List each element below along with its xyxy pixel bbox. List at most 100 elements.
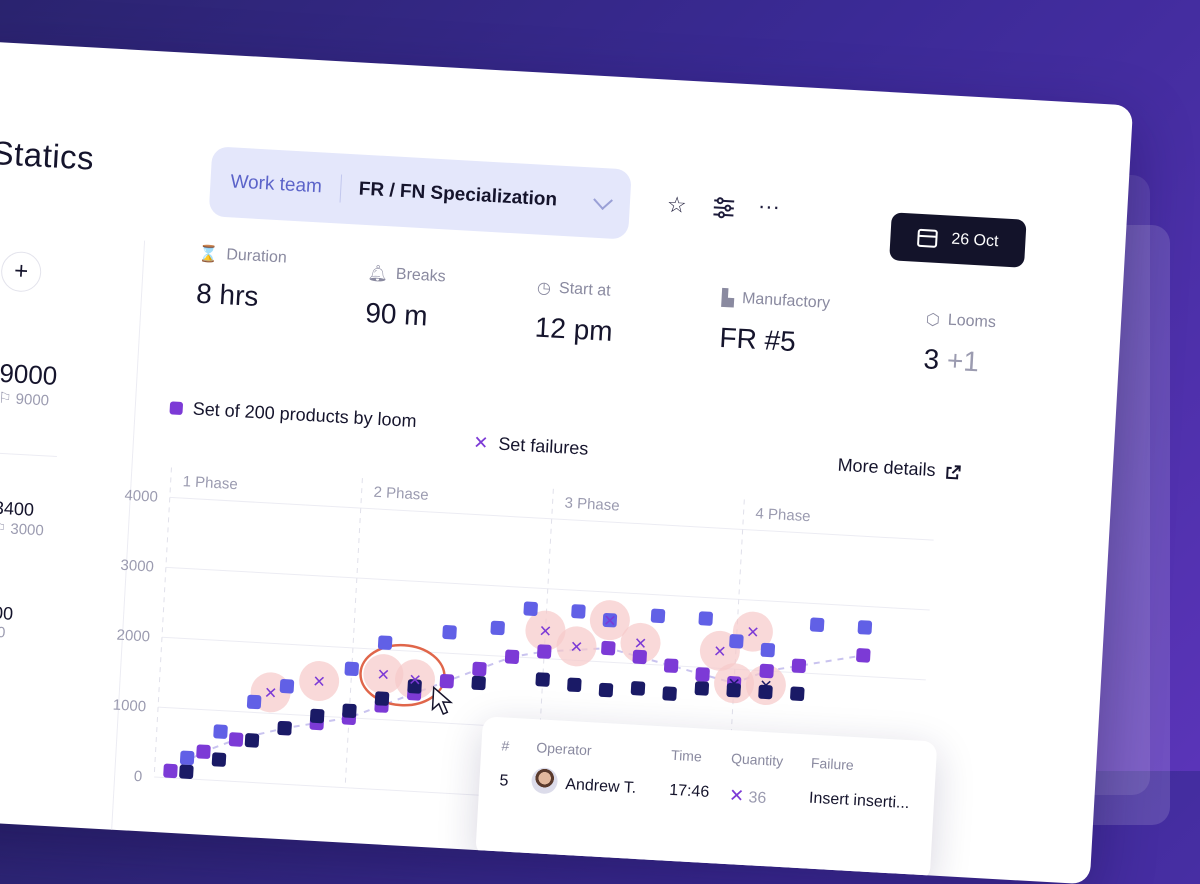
data-point — [279, 679, 295, 694]
data-point — [228, 732, 244, 747]
tooltip-row-index: 5 — [499, 772, 509, 790]
failure-marker: ✕ — [538, 621, 552, 641]
tooltip-quantity: ✕ 36 — [728, 785, 766, 808]
tooltip-header-failure: Failure — [810, 754, 855, 774]
data-point — [523, 601, 538, 616]
stat-label: Breaks — [395, 265, 447, 286]
stat-label: Start at — [558, 279, 612, 300]
work-team-value: FR / FN Specialization — [358, 178, 558, 211]
sidebar-stat: 3400 ⚐ 3000 — [0, 498, 45, 540]
failure-marker: ✕ — [746, 622, 760, 642]
y-tick-label: 0 — [133, 768, 142, 785]
failure-marker: ✕ — [713, 642, 727, 662]
clock-icon: ◷ — [536, 279, 552, 298]
phase-label: 2 Phase — [373, 484, 429, 504]
stat-value: 12 pm — [534, 311, 614, 347]
data-point — [760, 642, 776, 658]
data-point — [342, 703, 357, 719]
data-point — [567, 677, 582, 693]
work-team-label: Work team — [229, 171, 323, 198]
failure-marker: ✕ — [408, 670, 422, 690]
failure-marker: ✕ — [759, 676, 773, 696]
date-label: 26 Oct — [950, 230, 999, 251]
data-point — [535, 672, 550, 687]
stat-manufactory: ▙ Manufactory FR #5 — [719, 288, 831, 360]
data-point — [439, 673, 455, 689]
looms-count: 3 — [922, 343, 941, 376]
more-horizontal-icon[interactable]: ··· — [757, 193, 780, 220]
sidebar-stat-value: 3200 — [0, 601, 14, 624]
tooltip-header-index: # — [501, 737, 510, 754]
phase-label: 4 Phase — [755, 505, 811, 525]
data-point — [537, 644, 552, 659]
sliders-icon[interactable] — [711, 196, 736, 224]
data-point — [213, 724, 228, 739]
phase-divider — [344, 478, 363, 788]
stat-duration: ⌛ Duration 8 hrs — [195, 244, 287, 315]
data-point — [695, 667, 710, 682]
cross-marker-icon: ✕ — [472, 432, 489, 454]
stat-value: 3 +1 — [923, 343, 995, 379]
hourglass-icon: ⌛ — [197, 245, 219, 264]
date-button[interactable]: 26 Oct — [889, 212, 1027, 268]
add-operator-button[interactable]: + — [0, 250, 43, 293]
more-details-link[interactable]: More details — [837, 455, 962, 483]
avatar — [530, 767, 559, 795]
work-team-select[interactable]: Work team FR / FN Specialization — [208, 146, 632, 240]
failure-marker: ✕ — [263, 683, 277, 703]
factory-icon: ▙ — [721, 289, 735, 308]
bell-icon: 🔔︎ — [367, 265, 389, 284]
data-tooltip: # Operator Time Quantity Failure 5 Andre… — [475, 716, 938, 882]
stat-value: 90 m — [364, 297, 429, 332]
phase-label: 3 Phase — [564, 494, 620, 514]
data-point — [630, 681, 646, 696]
legend-products: Set of 200 products by loom — [169, 397, 417, 432]
divider — [339, 174, 342, 203]
legend-label: Set failures — [497, 433, 589, 459]
stat-start: ◷ Start at 12 pm — [534, 278, 615, 348]
stat-looms: ⬡ Looms 3 +1 — [923, 309, 997, 379]
data-point — [309, 708, 325, 724]
data-point — [857, 620, 873, 635]
cursor-icon — [431, 685, 454, 716]
failure-marker: ✕ — [633, 634, 647, 654]
data-point — [601, 640, 616, 656]
divider — [0, 450, 57, 458]
data-point — [663, 658, 679, 673]
y-tick-label: 2000 — [116, 627, 150, 646]
data-point — [246, 694, 262, 710]
sidebar-stat: 3200 3000 — [0, 602, 14, 642]
legend-failures: ✕ Set failures — [473, 432, 589, 459]
data-point — [598, 682, 614, 698]
data-point — [662, 686, 677, 701]
operator-avatars: + — [0, 245, 43, 294]
data-point — [490, 620, 505, 636]
page-title: Statics — [0, 133, 96, 177]
stat-breaks: 🔔︎ Breaks 90 m — [364, 263, 447, 333]
data-point — [344, 661, 359, 677]
data-point — [374, 691, 390, 706]
looms-extra: +1 — [946, 344, 980, 378]
sidebar-stat-target: 3000 — [0, 622, 6, 642]
star-icon[interactable]: ☆ — [666, 192, 687, 219]
data-point — [471, 675, 486, 691]
phase-divider — [153, 467, 172, 778]
stat-label: Manufactory — [741, 290, 831, 312]
dashboard-panel: Statics Work team FR / FN Specialization… — [0, 40, 1134, 884]
y-tick-label: 4000 — [124, 487, 158, 506]
sidebar-stat: 9000 ⚐ 9000 — [0, 358, 58, 410]
data-point — [179, 750, 195, 766]
phase-label: 1 Phase — [182, 473, 238, 493]
gridline — [169, 496, 934, 541]
data-point — [244, 733, 260, 748]
data-point — [504, 649, 520, 664]
failure-marker: ✕ — [312, 672, 326, 692]
data-point — [196, 744, 211, 759]
square-marker-icon — [169, 401, 184, 416]
sidebar-stat-value: 9000 — [0, 357, 59, 391]
data-point — [472, 661, 487, 677]
tooltip-header-time: Time — [670, 746, 703, 765]
tooltip-quantity-value: 36 — [748, 789, 767, 808]
failure-marker: ✕ — [569, 637, 583, 657]
cross-marker-icon: ✕ — [728, 785, 745, 806]
